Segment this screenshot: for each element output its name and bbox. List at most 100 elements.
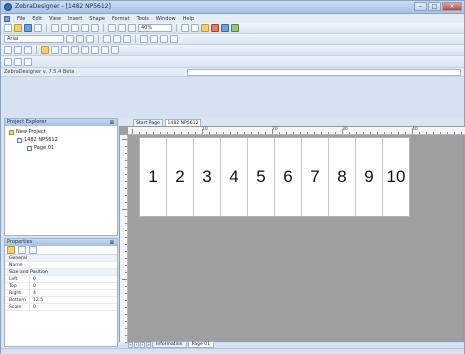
rotate-icon[interactable] — [140, 35, 148, 43]
italic-icon[interactable] — [76, 35, 84, 43]
more-tools-icon[interactable] — [111, 46, 119, 54]
label-cell[interactable]: 2 — [167, 138, 194, 216]
save-icon[interactable] — [24, 24, 32, 32]
print-icon[interactable] — [34, 24, 42, 32]
open-folder-icon[interactable] — [14, 24, 22, 32]
run-icon[interactable] — [231, 24, 239, 32]
menu-format[interactable]: Format — [112, 16, 130, 22]
table-tool-icon[interactable] — [101, 46, 109, 54]
text-right-icon[interactable] — [123, 35, 131, 43]
zoom-icon[interactable] — [14, 46, 22, 54]
menu-shape[interactable]: Shape — [89, 16, 105, 22]
send-back-icon[interactable] — [170, 35, 178, 43]
print-preview-icon[interactable] — [201, 24, 209, 32]
snap-icon[interactable] — [191, 24, 199, 32]
text-tool-icon[interactable] — [41, 46, 49, 54]
align-center-icon[interactable] — [118, 24, 126, 32]
project-explorer-panel: Project Explorer ⊠ New Project 1482 NP56… — [4, 118, 118, 236]
align-left-icon[interactable] — [108, 24, 116, 32]
bold-icon[interactable] — [66, 35, 74, 43]
copy-icon[interactable] — [61, 24, 69, 32]
menu-insert[interactable]: Insert — [68, 16, 82, 22]
zoom-combo[interactable]: 40% — [138, 24, 172, 32]
rectangle-tool-icon[interactable] — [61, 46, 69, 54]
property-row[interactable]: Name — [5, 262, 117, 269]
undo-icon[interactable] — [81, 24, 89, 32]
text-left-icon[interactable] — [103, 35, 111, 43]
categorized-icon[interactable] — [7, 246, 15, 254]
label-sheet[interactable]: 1 2 3 4 5 6 7 8 9 10 — [139, 137, 410, 217]
grid-icon[interactable] — [181, 24, 189, 32]
property-group[interactable]: General — [5, 255, 117, 262]
font-combo[interactable]: Arial — [4, 35, 64, 43]
tab-label-document[interactable]: 1482 NP5612 — [165, 119, 201, 126]
address-field[interactable] — [187, 69, 461, 76]
pointer-icon[interactable] — [4, 46, 12, 54]
label-cell[interactable]: 5 — [248, 138, 275, 216]
label-cell[interactable]: 10 — [383, 138, 409, 216]
flip-icon[interactable] — [150, 35, 158, 43]
property-row[interactable]: Right 4 — [5, 290, 117, 297]
title-bar[interactable]: ZebraDesigner - [1482 NP5612] – □ ✕ — [1, 1, 464, 14]
ruler-tick — [342, 129, 343, 134]
alphabetical-icon[interactable] — [18, 246, 26, 254]
paste-icon[interactable] — [71, 24, 79, 32]
database-icon[interactable] — [221, 24, 229, 32]
property-row[interactable]: Bottom 12.5 — [5, 297, 117, 304]
property-row[interactable]: Top 0 — [5, 283, 117, 290]
ruler-tick — [426, 132, 427, 134]
menu-window[interactable]: Window — [156, 16, 176, 22]
label-setup-icon[interactable] — [24, 57, 32, 66]
last-page-icon[interactable]: » — [146, 341, 151, 348]
label-cell[interactable]: 6 — [275, 138, 302, 216]
image-tool-icon[interactable] — [91, 46, 99, 54]
layer-icon[interactable] — [4, 57, 12, 66]
pan-icon[interactable] — [24, 46, 32, 54]
label-cell[interactable]: 9 — [356, 138, 383, 216]
property-pages-icon[interactable] — [29, 246, 37, 254]
pin-icon[interactable]: ⊠ — [110, 120, 114, 127]
ruler-tick — [272, 129, 273, 134]
pin-icon[interactable]: ⊠ — [110, 240, 114, 247]
tree-item-page[interactable]: Page 01 — [27, 145, 54, 151]
tab-information[interactable]: Information — [152, 341, 187, 348]
property-row[interactable]: Left 0 — [5, 276, 117, 283]
label-cell[interactable]: 7 — [302, 138, 329, 216]
label-cell[interactable]: 1 — [140, 138, 167, 216]
ellipse-tool-icon[interactable] — [71, 46, 79, 54]
menu-help[interactable]: Help — [183, 16, 194, 22]
align-right-icon[interactable] — [128, 24, 136, 32]
tree-item-project[interactable]: New Project — [9, 129, 46, 135]
menu-view[interactable]: View — [49, 16, 61, 22]
property-row[interactable]: Scale 0 — [5, 304, 117, 311]
barcode-tool-icon[interactable] — [51, 46, 59, 54]
tree-item-label-file[interactable]: 1482 NP5612 — [17, 137, 58, 143]
line-tool-icon[interactable] — [81, 46, 89, 54]
label-cell[interactable]: 3 — [194, 138, 221, 216]
prev-page-icon[interactable]: ‹ — [134, 341, 139, 348]
stop-icon[interactable] — [211, 24, 219, 32]
tab-page-01[interactable]: Page 01 — [187, 341, 215, 348]
next-page-icon[interactable]: › — [140, 341, 145, 348]
ruler-tick — [307, 132, 308, 134]
page-setup-icon[interactable] — [14, 57, 22, 66]
menu-file[interactable]: File — [17, 16, 25, 22]
label-cell[interactable]: 8 — [329, 138, 356, 216]
text-center-icon[interactable] — [113, 35, 121, 43]
bring-front-icon[interactable] — [160, 35, 168, 43]
cut-icon[interactable] — [51, 24, 59, 32]
tab-start-page[interactable]: Start Page — [133, 119, 163, 126]
underline-icon[interactable] — [86, 35, 94, 43]
close-button[interactable]: ✕ — [442, 2, 462, 11]
redo-icon[interactable] — [91, 24, 99, 32]
minimize-button[interactable]: – — [414, 2, 427, 11]
first-page-icon[interactable]: « — [128, 341, 133, 348]
property-group[interactable]: Size and Position — [5, 269, 117, 276]
system-menu-icon[interactable] — [4, 15, 10, 22]
menu-tools[interactable]: Tools — [137, 16, 149, 22]
label-cell[interactable]: 4 — [221, 138, 248, 216]
new-icon[interactable] — [4, 24, 12, 32]
maximize-button[interactable]: □ — [428, 2, 441, 11]
menu-edit[interactable]: Edit — [32, 16, 42, 22]
design-canvas[interactable]: 10 20 30 40 1 2 3 4 5 6 7 8 9 10 — [119, 126, 465, 343]
